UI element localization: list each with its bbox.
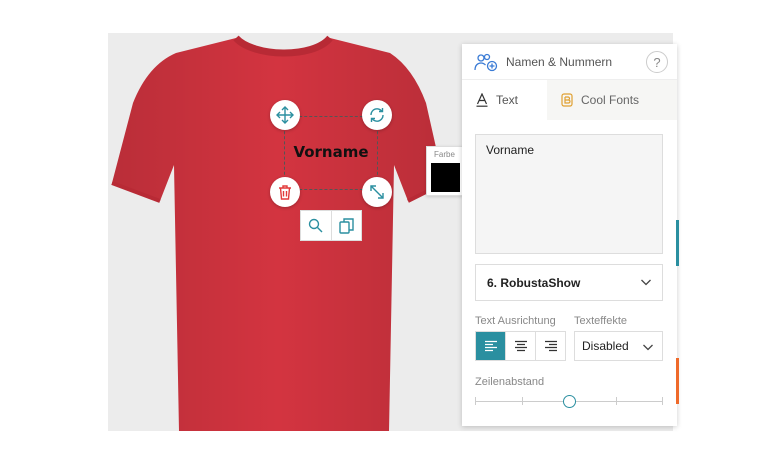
move-arrows-icon — [276, 106, 294, 124]
rotate-handle[interactable] — [362, 100, 392, 130]
font-select[interactable]: 6. RobustaShow — [475, 264, 663, 301]
rotate-icon — [370, 108, 384, 122]
text-icon — [476, 93, 488, 107]
text-effects-select[interactable]: Disabled — [574, 331, 663, 361]
align-right-icon — [544, 340, 557, 352]
trash-icon — [279, 185, 291, 200]
zoom-button[interactable] — [301, 211, 331, 240]
resize-handle[interactable] — [362, 177, 392, 207]
align-right-button[interactable] — [535, 332, 565, 360]
resize-diagonal-icon — [370, 185, 384, 199]
tab-cool-fonts-label: Cool Fonts — [581, 93, 640, 107]
tab-text-label: Text — [496, 93, 519, 107]
text-effects-value: Disabled — [582, 339, 629, 353]
help-button[interactable]: ? — [646, 51, 668, 73]
tab-text[interactable]: Text — [462, 80, 547, 120]
text-settings-panel: Namen & Nummern ? Text Cool Fonts Vornam… — [462, 44, 677, 426]
slider-tick — [522, 397, 523, 405]
text-align-label: Text Ausrichtung — [475, 315, 556, 327]
panel-title: Namen & Nummern — [506, 54, 613, 69]
chevron-down-icon — [643, 344, 653, 351]
text-align-group — [475, 331, 566, 361]
duplicate-icon — [339, 217, 354, 234]
line-spacing-label: Zeilenabstand — [475, 376, 545, 388]
tab-cool-fonts[interactable]: Cool Fonts — [547, 80, 677, 120]
duplicate-button[interactable] — [330, 211, 362, 240]
text-effects-label: Texteffekte — [574, 315, 627, 327]
align-left-icon — [484, 340, 497, 352]
slider-tick — [662, 397, 663, 405]
align-center-button[interactable] — [505, 332, 535, 360]
align-center-icon — [514, 340, 527, 352]
move-handle[interactable] — [270, 100, 300, 130]
align-left-button[interactable] — [476, 332, 505, 360]
panel-tabs: Text Cool Fonts — [462, 80, 677, 120]
panel-header: Namen & Nummern ? — [462, 44, 677, 80]
delete-handle[interactable] — [270, 177, 300, 207]
font-select-value: 6. RobustaShow — [487, 275, 581, 290]
design-text-preview[interactable]: Vorname — [283, 143, 379, 161]
color-picker-label: Farbe — [434, 150, 455, 159]
slider-tick — [475, 397, 476, 405]
text-input[interactable]: Vorname — [475, 134, 663, 254]
slider-tick — [616, 397, 617, 405]
design-mini-toolbar — [300, 210, 362, 241]
cool-fonts-icon — [561, 93, 573, 107]
names-numbers-icon — [474, 53, 498, 71]
edge-accent-teal — [676, 220, 679, 266]
line-spacing-slider-thumb[interactable] — [562, 395, 576, 408]
zoom-icon — [309, 218, 323, 233]
chevron-down-icon — [641, 279, 651, 286]
edge-accent-orange — [676, 358, 679, 404]
color-picker[interactable]: Farbe — [426, 146, 463, 196]
color-swatch[interactable] — [431, 163, 460, 192]
